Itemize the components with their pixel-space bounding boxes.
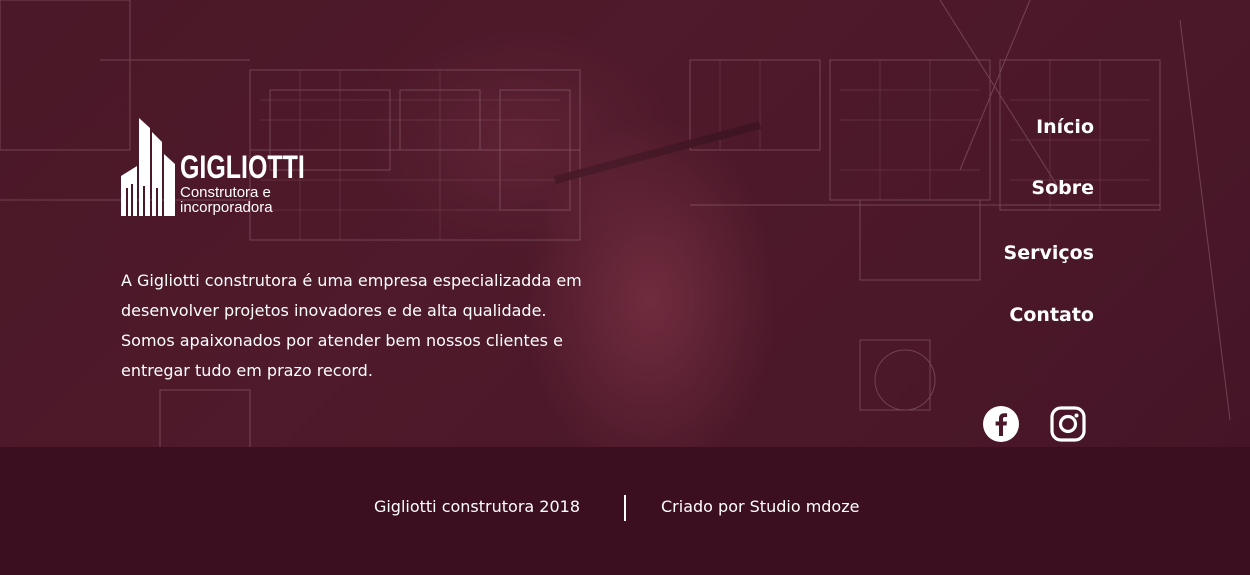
instagram-icon: [1050, 406, 1086, 442]
nav-item-contato[interactable]: Contato: [1009, 304, 1094, 326]
brand-name: GIGLIOTTI: [180, 149, 305, 185]
hero-section: GIGLIOTTI Construtora e incorporadora A …: [0, 0, 1250, 447]
instagram-link[interactable]: [1049, 405, 1087, 443]
about-text: A Gigliotti construtora é uma empresa es…: [121, 271, 582, 380]
brand-tagline: Construtora e incorporadora: [180, 184, 273, 216]
building-icon: [121, 118, 175, 216]
nav-item-inicio[interactable]: Início: [1036, 116, 1094, 138]
brand-logo[interactable]: GIGLIOTTI Construtora e incorporadora: [121, 118, 306, 218]
nav-item-sobre[interactable]: Sobre: [1031, 177, 1094, 199]
facebook-icon: [983, 406, 1019, 442]
site-footer: Gigliotti construtora 2018 Criado por St…: [0, 447, 1250, 575]
footer-copyright: Gigliotti construtora 2018: [373, 497, 580, 516]
facebook-link[interactable]: [982, 405, 1020, 443]
footer-credit[interactable]: Criado por Studio mdoze: [661, 497, 859, 516]
nav-item-servicos[interactable]: Serviços: [1004, 242, 1094, 264]
footer-divider: [624, 495, 626, 521]
